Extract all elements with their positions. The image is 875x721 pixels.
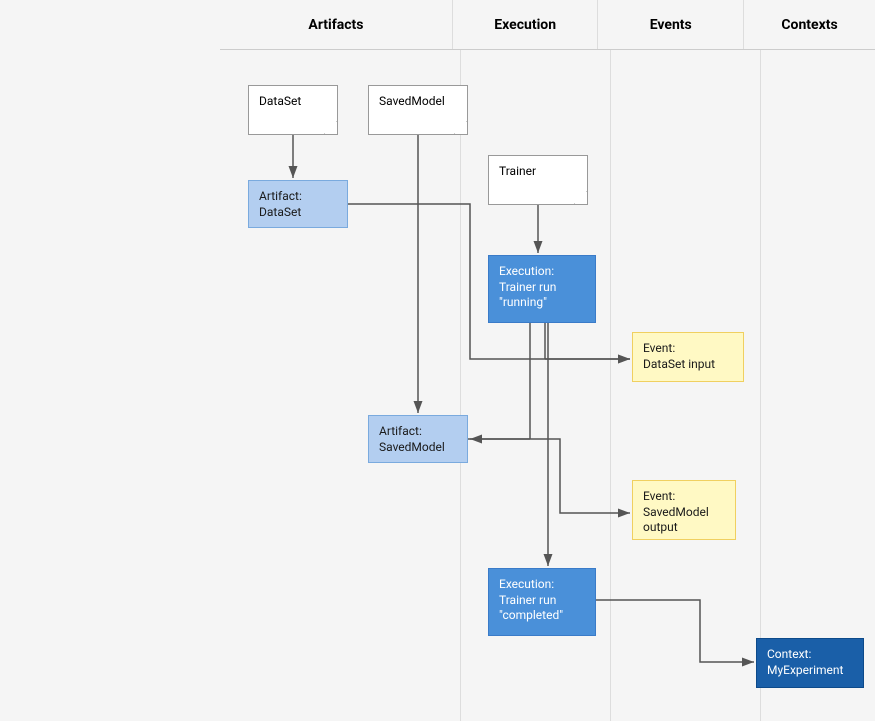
diagram-container: Artifacts Execution Events Contexts <box>0 0 875 721</box>
savedmodel-type-node: SavedModel <box>368 85 468 135</box>
divider-3 <box>760 50 761 721</box>
dataset-type-node: DataSet <box>248 85 338 135</box>
col-header-events: Events <box>598 0 744 49</box>
divider-2 <box>610 50 611 721</box>
event-dataset-input-node: Event: DataSet input <box>632 332 744 382</box>
execution-running-label: Execution: Trainer run "running" <box>499 264 556 309</box>
event-savedmodel-output-node: Event: SavedModel output <box>632 480 736 540</box>
events-label: Events <box>650 17 692 33</box>
artifact-savedmodel-label: Artifact: SavedModel <box>379 424 445 454</box>
contexts-label: Contexts <box>781 17 837 33</box>
execution-label: Execution <box>494 17 556 33</box>
artifacts-label: Artifacts <box>308 17 363 33</box>
event-dataset-input-label: Event: DataSet input <box>643 341 715 371</box>
trainer-type-node: Trainer <box>488 155 588 205</box>
savedmodel-type-label: SavedModel <box>379 94 445 108</box>
context-myexperiment-node: Context: MyExperiment <box>756 638 864 688</box>
artifact-savedmodel-node: Artifact: SavedModel <box>368 415 468 463</box>
dataset-type-label: DataSet <box>259 94 301 108</box>
context-myexperiment-label: Context: MyExperiment <box>767 647 843 677</box>
execution-completed-label: Execution: Trainer run "completed" <box>499 577 563 622</box>
col-header-execution: Execution <box>453 0 599 49</box>
columns-header: Artifacts Execution Events Contexts <box>220 0 875 50</box>
execution-running-node: Execution: Trainer run "running" <box>488 255 596 323</box>
execution-completed-node: Execution: Trainer run "completed" <box>488 568 596 636</box>
event-savedmodel-output-label: Event: SavedModel output <box>643 489 709 534</box>
col-header-contexts: Contexts <box>744 0 875 49</box>
artifact-dataset-label: Artifact: DataSet <box>259 189 302 219</box>
trainer-type-label: Trainer <box>499 164 536 178</box>
divider-1 <box>460 50 461 721</box>
col-header-artifacts: Artifacts <box>220 0 453 49</box>
artifact-dataset-node: Artifact: DataSet <box>248 180 348 228</box>
